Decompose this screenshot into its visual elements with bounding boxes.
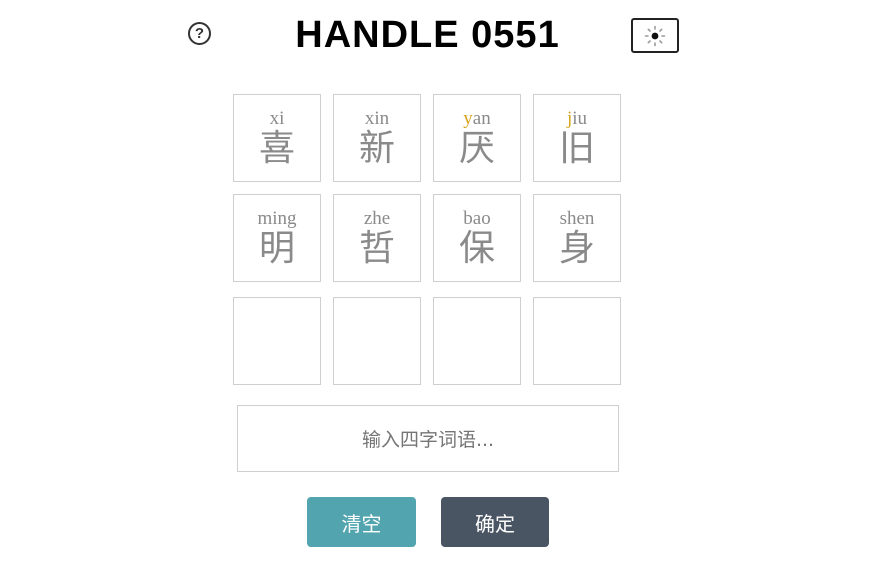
grid-cell: yan 厌 [433,94,521,182]
cell-pinyin: xin [334,109,420,129]
grid-cell: jiu 旧 [533,94,621,182]
cell-character: 身 [558,228,595,269]
theme-toggle-button[interactable] [631,18,679,53]
grid-cell: bao 保 [433,194,521,282]
cell-character: 哲 [358,228,395,269]
grid-cell: xin 新 [333,94,421,182]
input-placeholder: 输入四字词语... [361,429,495,451]
cell-character: 厌 [458,128,495,169]
grid-cell-empty [333,297,421,385]
grid-cell-empty [533,297,621,385]
pinyin-initial: y [463,108,473,129]
cell-pinyin: ming [234,209,320,229]
cell-character: 明 [258,228,295,269]
pinyin-rest: an [472,108,491,129]
cell-pinyin: xi [234,109,320,129]
grid-cell: xi 喜 [233,94,321,182]
pinyin-rest: xin [364,108,390,129]
cell-character: 新 [358,128,395,169]
pinyin-rest: ming [257,208,297,229]
cell-pinyin: bao [434,209,520,229]
grid-cell: shen 身 [533,194,621,282]
grid-cell-empty [433,297,521,385]
cell-character: 喜 [258,128,295,169]
sun-icon [644,25,666,46]
page-title: HANDLE 0551 [295,14,560,56]
cell-pinyin: jiu [534,109,620,129]
cell-pinyin: shen [534,209,620,229]
pinyin-rest: zhe [363,208,391,229]
cell-character: 保 [458,228,495,269]
grid-cell: zhe 哲 [333,194,421,282]
confirm-button[interactable]: 确定 [441,497,549,547]
clear-button[interactable]: 清空 [307,497,416,547]
pinyin-rest: iu [572,108,588,129]
pinyin-rest: xi [269,108,285,129]
pinyin-rest: shen [559,208,595,229]
idiom-input[interactable]: 输入四字词语... [237,405,619,472]
cell-pinyin: zhe [334,209,420,229]
cell-pinyin: yan [434,109,520,129]
grid-cell: ming 明 [233,194,321,282]
grid-cell-empty [233,297,321,385]
pinyin-rest: bao [463,208,491,229]
cell-character: 旧 [558,128,595,169]
